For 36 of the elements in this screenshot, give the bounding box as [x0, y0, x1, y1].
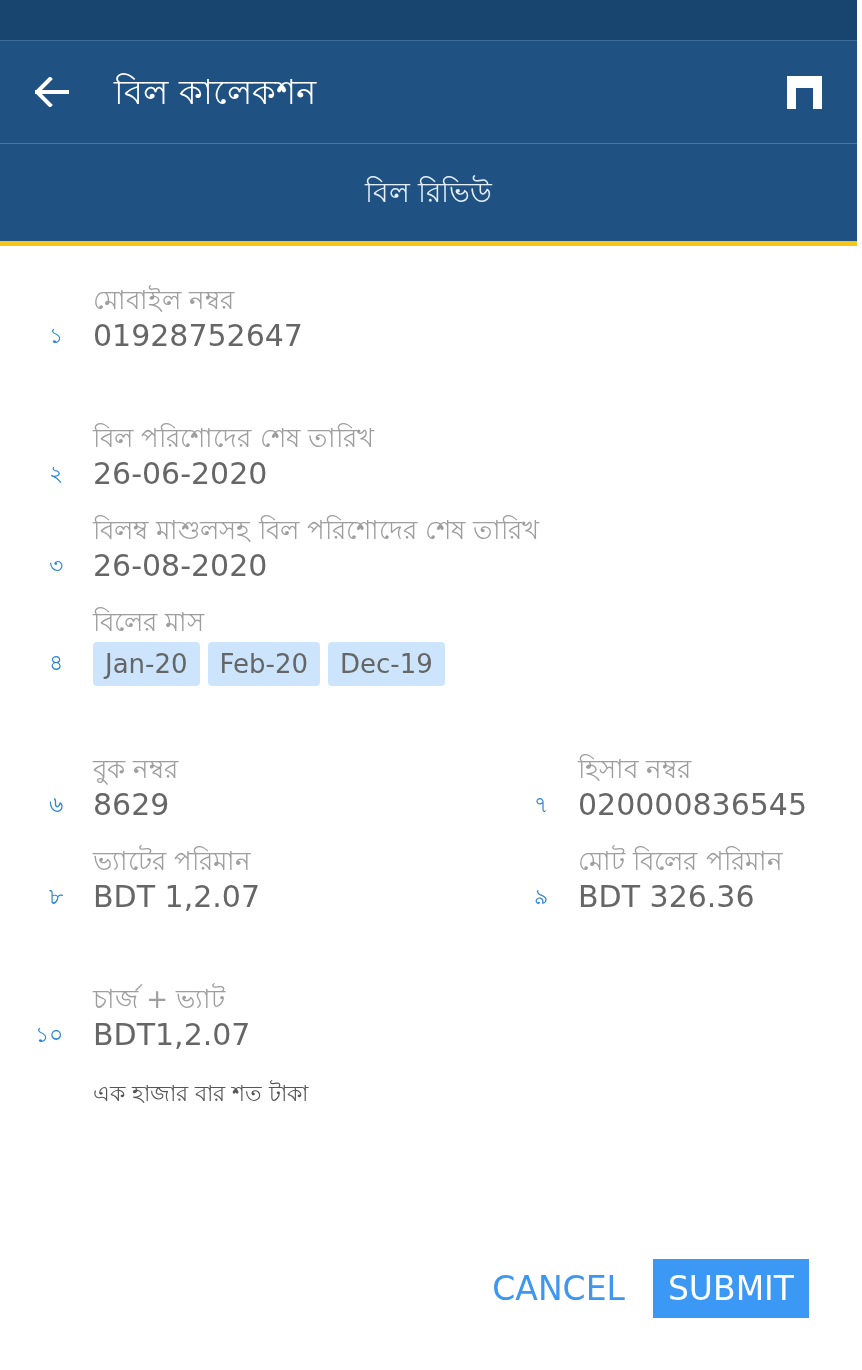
- field-label: মোবাইল নম্বর: [93, 284, 236, 317]
- month-tag: Jan-20: [93, 642, 200, 686]
- field-label: বিলম্ব মাশুলসহ বিল পরিশোদের শেষ তারিখ: [93, 514, 540, 547]
- amount-in-words: এক হাজার বার শত টাকা: [93, 1079, 308, 1108]
- field-number: ৬: [49, 791, 63, 819]
- field-number: ২: [49, 460, 63, 488]
- month-tag: Dec-19: [328, 642, 445, 686]
- field-number: ৯: [534, 883, 548, 911]
- field-value: 8629: [93, 786, 171, 824]
- field-label: বুক নম্বর: [93, 753, 179, 786]
- back-arrow-icon[interactable]: [35, 77, 69, 107]
- field-value: 01928752647: [93, 317, 303, 355]
- field-value: BDT 1,2.07: [93, 878, 260, 916]
- field-number: ১: [49, 322, 63, 350]
- cancel-button[interactable]: CANCEL: [484, 1259, 633, 1318]
- field-value: 26-06-2020: [93, 455, 269, 493]
- field-label: বিল পরিশোদের শেষ তারিখ: [93, 422, 374, 455]
- field-value: BDT 326.36: [578, 878, 756, 916]
- field-label: মোট বিলের পরিমান: [578, 844, 783, 878]
- submit-button[interactable]: SUBMIT: [652, 1259, 809, 1318]
- month-tag: Feb-20: [207, 642, 321, 686]
- field-label: বিলের মাস: [93, 606, 206, 639]
- field-number: ১০: [35, 1021, 63, 1049]
- home-icon[interactable]: [787, 75, 822, 109]
- tab[interactable]: বিল রিভিউ: [0, 144, 857, 246]
- field-number: ৪: [49, 648, 63, 677]
- field-value: 26-08-2020: [93, 547, 269, 585]
- field-number: ৩: [49, 552, 63, 580]
- app-title: বিল কালেকশন: [114, 71, 318, 114]
- field-label: হিসাব নম্বর: [578, 753, 693, 786]
- field-value: 020000836545: [578, 786, 808, 824]
- field-label: চার্জ + ভ্যাট: [93, 982, 227, 1016]
- field-number: ৮: [49, 883, 63, 911]
- field-value: BDT1,2.07: [93, 1016, 252, 1054]
- field-label: ভ্যাটের পরিমান: [93, 844, 253, 878]
- field-number: ৭: [534, 791, 548, 819]
